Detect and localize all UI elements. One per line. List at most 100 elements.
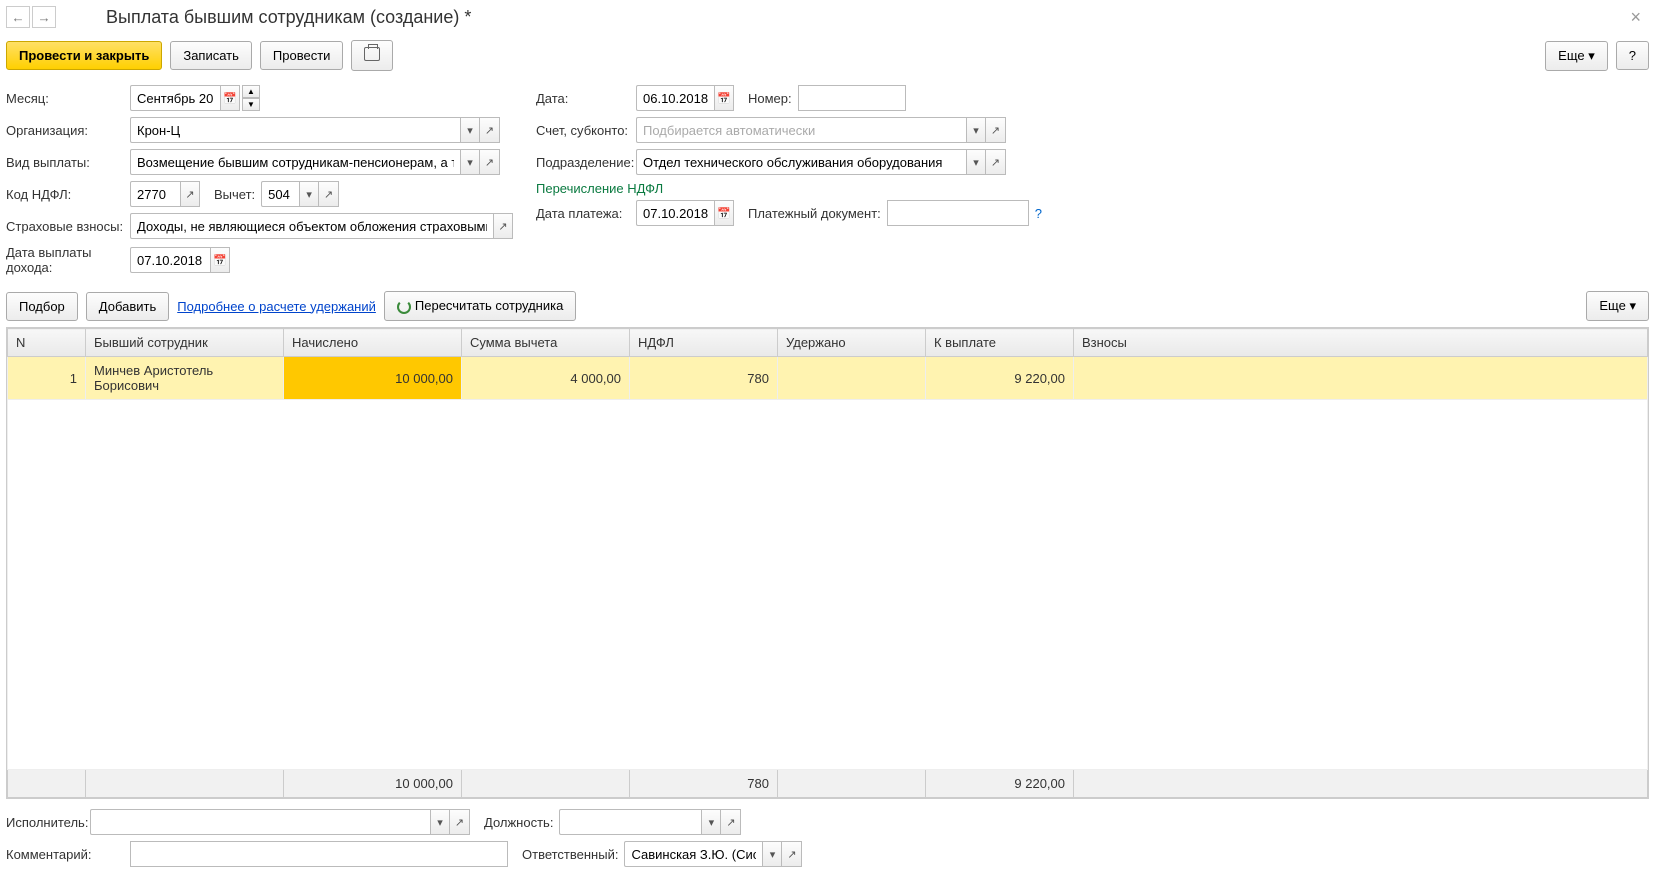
ins-open-button[interactable]: ↗ <box>493 213 513 239</box>
pay-date-input[interactable] <box>636 200 714 226</box>
number-label: Номер: <box>748 91 792 106</box>
col-to-pay[interactable]: К выплате <box>926 329 1074 357</box>
exec-dropdown-button[interactable]: ▾ <box>430 809 450 835</box>
col-contrib[interactable]: Взносы <box>1074 329 1648 357</box>
pay-date-label: Дата платежа: <box>536 206 636 221</box>
deduct-dropdown-button[interactable]: ▾ <box>299 181 319 207</box>
print-icon <box>364 47 380 61</box>
position-open-button[interactable]: ↗ <box>721 809 741 835</box>
exec-input[interactable] <box>90 809 430 835</box>
month-down-button[interactable]: ▼ <box>242 98 260 111</box>
select-button[interactable]: Подбор <box>6 292 78 321</box>
table-row[interactable]: 1 Минчев Аристотель Борисович 10 000,00 … <box>8 357 1648 400</box>
number-input[interactable] <box>798 85 906 111</box>
date-label: Дата: <box>536 91 636 106</box>
save-button[interactable]: Записать <box>170 41 252 70</box>
print-button[interactable] <box>351 40 393 71</box>
org-open-button[interactable]: ↗ <box>480 117 500 143</box>
ndfl-code-open-button[interactable]: ↗ <box>180 181 200 207</box>
dept-input[interactable] <box>636 149 966 175</box>
total-ndfl: 780 <box>630 770 778 798</box>
position-dropdown-button[interactable]: ▾ <box>701 809 721 835</box>
account-label: Счет, субконто: <box>536 123 636 138</box>
resp-input[interactable] <box>624 841 762 867</box>
org-label: Организация: <box>6 123 130 138</box>
col-accrued[interactable]: Начислено <box>284 329 462 357</box>
exec-open-button[interactable]: ↗ <box>450 809 470 835</box>
nav-back-button[interactable]: ← <box>6 6 30 28</box>
ins-label: Страховые взносы: <box>6 219 130 234</box>
ins-input[interactable] <box>130 213 493 239</box>
comment-label: Комментарий: <box>6 847 130 862</box>
date-input[interactable] <box>636 85 714 111</box>
calendar-icon[interactable]: 📅 <box>220 85 240 111</box>
recalc-button[interactable]: Пересчитать сотрудника <box>384 291 576 321</box>
account-dropdown-button[interactable]: ▾ <box>966 117 986 143</box>
position-label: Должность: <box>484 815 553 830</box>
position-input[interactable] <box>559 809 701 835</box>
transfer-section-label: Перечисление НДФЛ <box>536 181 1042 196</box>
cell-employee[interactable]: Минчев Аристотель Борисович <box>86 357 284 400</box>
col-employee[interactable]: Бывший сотрудник <box>86 329 284 357</box>
total-to-pay: 9 220,00 <box>926 770 1074 798</box>
exec-label: Исполнитель: <box>6 815 90 830</box>
refresh-icon <box>397 300 411 314</box>
cell-to-pay[interactable]: 9 220,00 <box>926 357 1074 400</box>
more-button[interactable]: Еще ▾ <box>1545 41 1608 71</box>
help-button[interactable]: ? <box>1616 41 1649 70</box>
org-dropdown-button[interactable]: ▾ <box>460 117 480 143</box>
ndfl-code-label: Код НДФЛ: <box>6 187 130 202</box>
month-input[interactable] <box>130 85 220 111</box>
pay-doc-input[interactable] <box>887 200 1029 226</box>
chevron-down-icon: ▾ <box>1588 48 1595 63</box>
pay-date-calendar-button[interactable]: 📅 <box>714 200 734 226</box>
pay-type-open-button[interactable]: ↗ <box>480 149 500 175</box>
date-calendar-button[interactable]: 📅 <box>714 85 734 111</box>
col-n[interactable]: N <box>8 329 86 357</box>
col-withheld[interactable]: Удержано <box>778 329 926 357</box>
nav-forward-button[interactable]: → <box>32 6 56 28</box>
help-icon[interactable]: ? <box>1035 206 1042 221</box>
deduct-open-button[interactable]: ↗ <box>319 181 339 207</box>
income-date-calendar-button[interactable]: 📅 <box>210 247 230 273</box>
cell-ndfl[interactable]: 780 <box>630 357 778 400</box>
account-open-button[interactable]: ↗ <box>986 117 1006 143</box>
resp-open-button[interactable]: ↗ <box>782 841 802 867</box>
dept-label: Подразделение: <box>536 155 636 170</box>
close-icon[interactable]: × <box>1622 7 1649 28</box>
org-input[interactable] <box>130 117 460 143</box>
table-more-button[interactable]: Еще ▾ <box>1586 291 1649 321</box>
cell-deduct-sum[interactable]: 4 000,00 <box>462 357 630 400</box>
income-date-input[interactable] <box>130 247 210 273</box>
details-link[interactable]: Подробнее о расчете удержаний <box>177 299 376 314</box>
grid-empty-space <box>8 400 1648 770</box>
chevron-down-icon: ▾ <box>1629 298 1636 313</box>
cell-withheld[interactable] <box>778 357 926 400</box>
pay-type-input[interactable] <box>130 149 460 175</box>
pay-doc-label: Платежный документ: <box>748 206 881 221</box>
pay-type-dropdown-button[interactable]: ▾ <box>460 149 480 175</box>
account-input[interactable] <box>636 117 966 143</box>
cell-n[interactable]: 1 <box>8 357 86 400</box>
deduct-input[interactable] <box>261 181 299 207</box>
col-deduct-sum[interactable]: Сумма вычета <box>462 329 630 357</box>
post-button[interactable]: Провести <box>260 41 344 70</box>
ndfl-code-input[interactable] <box>130 181 180 207</box>
page-title: Выплата бывшим сотрудникам (создание) * <box>106 7 471 28</box>
deduct-label: Вычет: <box>214 187 255 202</box>
dept-open-button[interactable]: ↗ <box>986 149 1006 175</box>
pay-type-label: Вид выплаты: <box>6 155 130 170</box>
total-accrued: 10 000,00 <box>284 770 462 798</box>
employees-table[interactable]: N Бывший сотрудник Начислено Сумма вычет… <box>7 328 1648 798</box>
income-date-label: Дата выплаты дохода: <box>6 245 130 275</box>
month-up-button[interactable]: ▲ <box>242 85 260 98</box>
dept-dropdown-button[interactable]: ▾ <box>966 149 986 175</box>
comment-input[interactable] <box>130 841 508 867</box>
col-ndfl[interactable]: НДФЛ <box>630 329 778 357</box>
resp-dropdown-button[interactable]: ▾ <box>762 841 782 867</box>
month-label: Месяц: <box>6 91 130 106</box>
add-button[interactable]: Добавить <box>86 292 169 321</box>
cell-accrued[interactable]: 10 000,00 <box>284 357 462 400</box>
cell-contrib[interactable] <box>1074 357 1648 400</box>
post-and-close-button[interactable]: Провести и закрыть <box>6 41 162 70</box>
